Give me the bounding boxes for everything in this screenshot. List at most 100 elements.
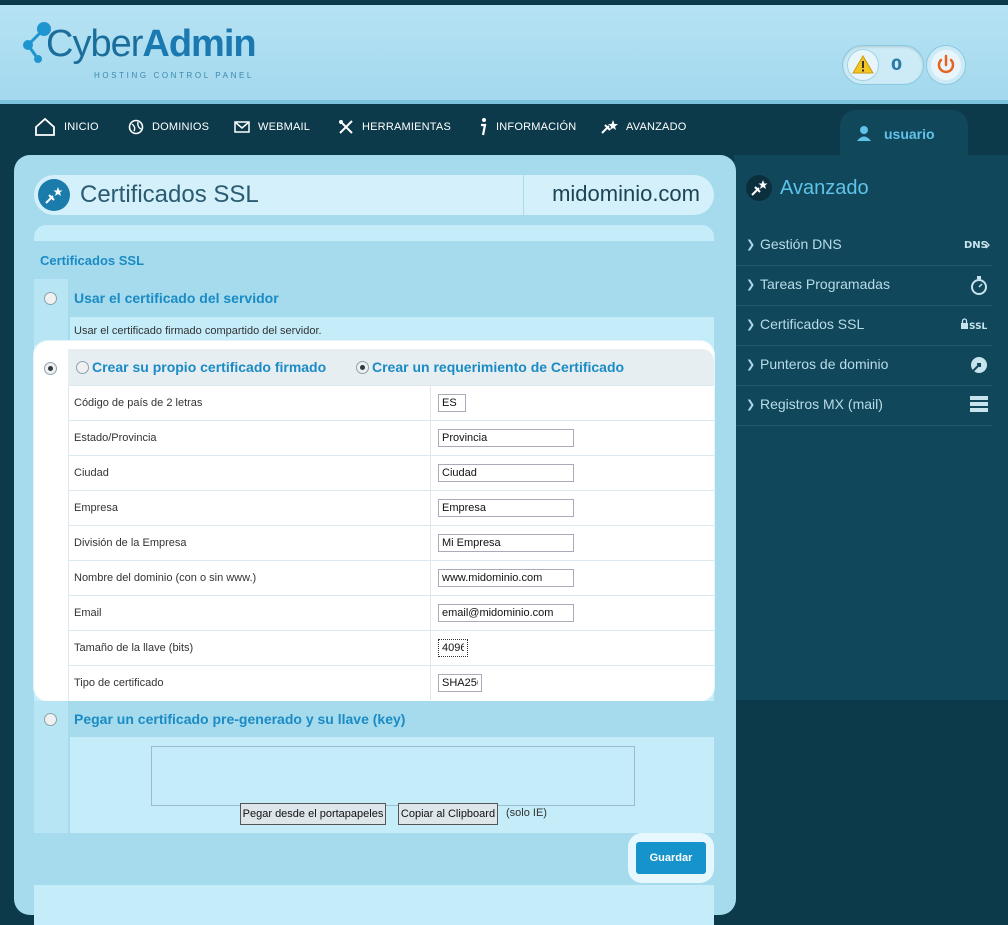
nav-label: INFORMACIÓN <box>496 121 577 133</box>
own-cert-form: Crear su propio certificado firmado Crea… <box>34 341 714 701</box>
field-country: Código de país de 2 letras <box>68 385 714 420</box>
username: usuario <box>884 126 935 142</box>
paste-cert-radio[interactable] <box>44 713 57 726</box>
svg-text:SSL: SSL <box>969 322 988 332</box>
cert-textarea[interactable] <box>151 746 635 806</box>
field-domain: Nombre del dominio (con o sin www.) <box>68 560 714 595</box>
paste-clipboard-button[interactable]: Pegar desde el portapapeles <box>240 803 386 825</box>
section-header: Certificados SSL <box>34 241 714 279</box>
field-company: Empresa <box>68 490 714 525</box>
nav-label: DOMINIOS <box>152 121 210 133</box>
copy-clipboard-button[interactable]: Copiar al Clipboard <box>398 803 498 825</box>
svg-text:DNS: DNS <box>964 240 988 251</box>
user-icon <box>857 126 871 141</box>
sidebar-item-label: Registros MX (mail) <box>760 396 883 412</box>
brand-tagline: HOSTING CONTROL PANEL <box>94 71 254 80</box>
title-separator <box>523 175 524 215</box>
cell-divider <box>430 386 431 420</box>
chevron-right-icon: ❯ <box>746 318 756 331</box>
key-size-select[interactable] <box>438 639 468 657</box>
mail-icon <box>234 121 250 133</box>
sidebar-item-label: Certificados SSL <box>760 316 865 332</box>
cert-type-select[interactable] <box>438 674 482 692</box>
nav-dominios[interactable]: DOMINIOS <box>128 104 209 150</box>
sidebar-title: Avanzado <box>746 175 869 201</box>
state-input[interactable] <box>438 429 574 447</box>
field-label: Código de país de 2 letras <box>74 397 203 409</box>
cert-type-bar: Crear su propio certificado firmado Crea… <box>68 349 714 385</box>
cell-divider <box>430 526 431 560</box>
sidebar-item-punteros-dominio[interactable]: ❯ Punteros de dominio <box>734 346 992 386</box>
title-bar: Certificados SSL midominio.com <box>34 175 714 215</box>
alerts-button[interactable]: 0 <box>842 45 924 85</box>
form-left-column <box>34 385 69 701</box>
cell-divider <box>430 561 431 595</box>
tools-icon <box>339 120 353 134</box>
sidebar-item-certificados-ssl[interactable]: ❯ Certificados SSL SSL <box>734 306 992 346</box>
field-label: Tamaño de la llave (bits) <box>74 642 194 654</box>
country-input[interactable] <box>438 394 466 412</box>
field-division: División de la Empresa <box>68 525 714 560</box>
page-title: Certificados SSL <box>80 181 259 208</box>
nav-informacion[interactable]: INFORMACIÓN <box>478 104 576 150</box>
field-label: Email <box>74 607 102 619</box>
nav-label: INICIO <box>64 121 99 133</box>
server-cert-description: Usar el certificado firmado compartido d… <box>74 325 322 337</box>
chevron-right-icon: ❯ <box>746 398 756 411</box>
field-key-size: Tamaño de la llave (bits) <box>68 630 714 665</box>
field-label: Empresa <box>74 502 119 514</box>
dns-icon: DNS <box>964 240 990 251</box>
self-signed-radio[interactable] <box>76 361 89 374</box>
nav-avanzado[interactable]: AVANZADO <box>600 104 686 150</box>
sidebar-item-label: Gestión DNS <box>760 236 842 252</box>
power-icon <box>931 50 961 80</box>
current-domain: midominio.com <box>552 181 700 206</box>
nav-herramientas[interactable]: HERRAMIENTAS <box>338 104 451 150</box>
home-icon <box>35 117 55 136</box>
save-button[interactable]: Guardar <box>636 842 706 874</box>
chevron-right-icon: ❯ <box>746 278 756 291</box>
nav-inicio[interactable]: INICIO <box>34 104 99 150</box>
own-cert-radio[interactable] <box>44 362 57 375</box>
chevron-right-icon: ❯ <box>746 358 756 371</box>
ssl-lock-icon: SSL <box>961 318 988 332</box>
domain-input[interactable] <box>438 569 574 587</box>
advanced-tools-icon <box>601 120 618 134</box>
field-label: Tipo de certificado <box>74 677 164 689</box>
chevron-right-icon: ❯ <box>746 238 756 251</box>
sidebar-item-label: Punteros de dominio <box>760 356 889 372</box>
section-title: Certificados SSL <box>40 253 145 268</box>
logout-button[interactable] <box>926 45 966 85</box>
nav-webmail[interactable]: WEBMAIL <box>234 104 310 150</box>
form-footer: Guardar <box>34 833 714 885</box>
field-label: División de la Empresa <box>74 537 187 549</box>
field-city: Ciudad <box>68 455 714 490</box>
division-input[interactable] <box>438 534 574 552</box>
user-menu-tab[interactable]: usuario <box>840 110 968 156</box>
cell-divider <box>430 491 431 525</box>
globe-icon <box>128 119 144 135</box>
sidebar-item-gestion-dns[interactable]: ❯ Gestión DNS DNS <box>734 226 992 266</box>
ssl-panel: Certificados SSL Usar el certificado del… <box>34 225 714 925</box>
cert-request-radio[interactable] <box>356 361 369 374</box>
alert-count: 0 <box>891 55 903 74</box>
cell-divider <box>430 421 431 455</box>
server-cert-radio[interactable] <box>44 292 57 305</box>
self-signed-label: Crear su propio certificado firmado <box>92 359 327 375</box>
advanced-icon <box>746 175 772 201</box>
info-icon <box>481 118 487 136</box>
logo[interactable]: CyberAdmin HOSTING CONTROL PANEL <box>22 19 257 89</box>
email-input[interactable] <box>438 604 574 622</box>
brand-name: CyberAdmin <box>46 23 257 65</box>
sidebar-item-tareas-programadas[interactable]: ❯ Tareas Programadas <box>734 266 992 306</box>
ssl-tools-icon <box>38 179 70 211</box>
city-input[interactable] <box>438 464 574 482</box>
sidebar-item-label: Tareas Programadas <box>760 276 890 292</box>
company-input[interactable] <box>438 499 574 517</box>
field-label: Ciudad <box>74 467 109 479</box>
field-cert-type: Tipo de certificado <box>68 665 714 700</box>
field-email: Email <box>68 595 714 630</box>
header: CyberAdmin HOSTING CONTROL PANEL 0 <box>0 5 1008 104</box>
sidebar-item-registros-mx[interactable]: ❯ Registros MX (mail) <box>734 386 992 426</box>
sidebar-title-text: Avanzado <box>780 176 869 199</box>
